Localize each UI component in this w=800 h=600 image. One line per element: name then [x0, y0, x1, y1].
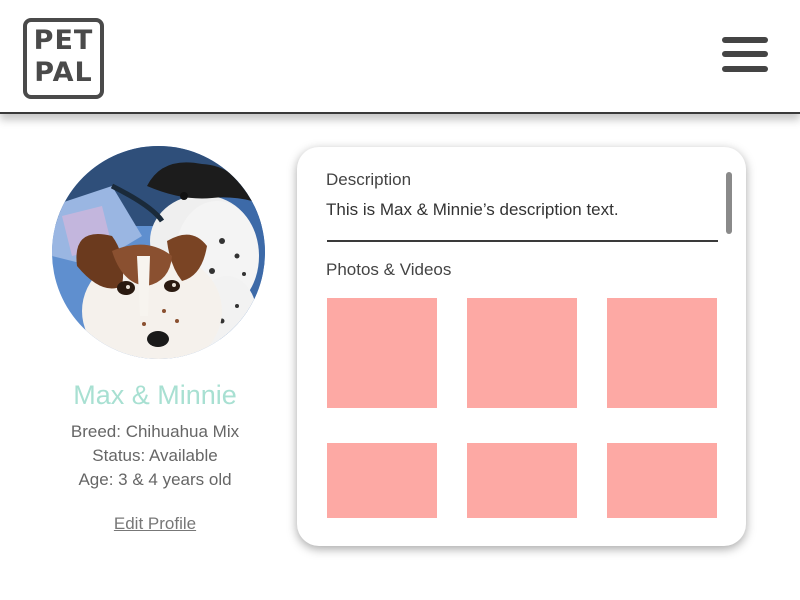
hamburger-menu-icon[interactable] [722, 34, 768, 76]
menu-bar [722, 66, 768, 72]
pet-status: Status: Available [92, 446, 218, 465]
menu-bar [722, 37, 768, 43]
menu-bar [722, 51, 768, 57]
logo-text-bottom: PAL [34, 57, 93, 88]
pet-age: Age: 3 & 4 years old [78, 470, 232, 489]
photo-tile[interactable] [467, 298, 577, 408]
pet-breed: Breed: Chihuahua Mix [70, 422, 240, 441]
logo-text-top: PET [33, 25, 94, 56]
pet-photo [52, 146, 265, 359]
photo-tile[interactable] [327, 443, 437, 518]
description-text: This is Max & Minnie’s description text. [326, 200, 619, 219]
edit-profile-link[interactable]: Edit Profile [30, 514, 280, 534]
pet-name: Max & Minnie [73, 380, 237, 410]
description-label: Description [326, 170, 412, 189]
photo-tile[interactable] [607, 443, 717, 518]
pet-details-card: Description This is Max & Minnie’s descr… [297, 147, 746, 546]
photo-tile[interactable] [327, 298, 437, 408]
petpal-logo[interactable]: PET PAL [23, 18, 104, 99]
pet-avatar [52, 146, 265, 359]
app-header: PET PAL [0, 0, 800, 114]
photos-videos-label: Photos & Videos [326, 260, 452, 279]
card-scrollbar[interactable] [726, 172, 732, 234]
photo-tile[interactable] [467, 443, 577, 518]
photo-tile[interactable] [607, 298, 717, 408]
section-divider [327, 240, 718, 242]
